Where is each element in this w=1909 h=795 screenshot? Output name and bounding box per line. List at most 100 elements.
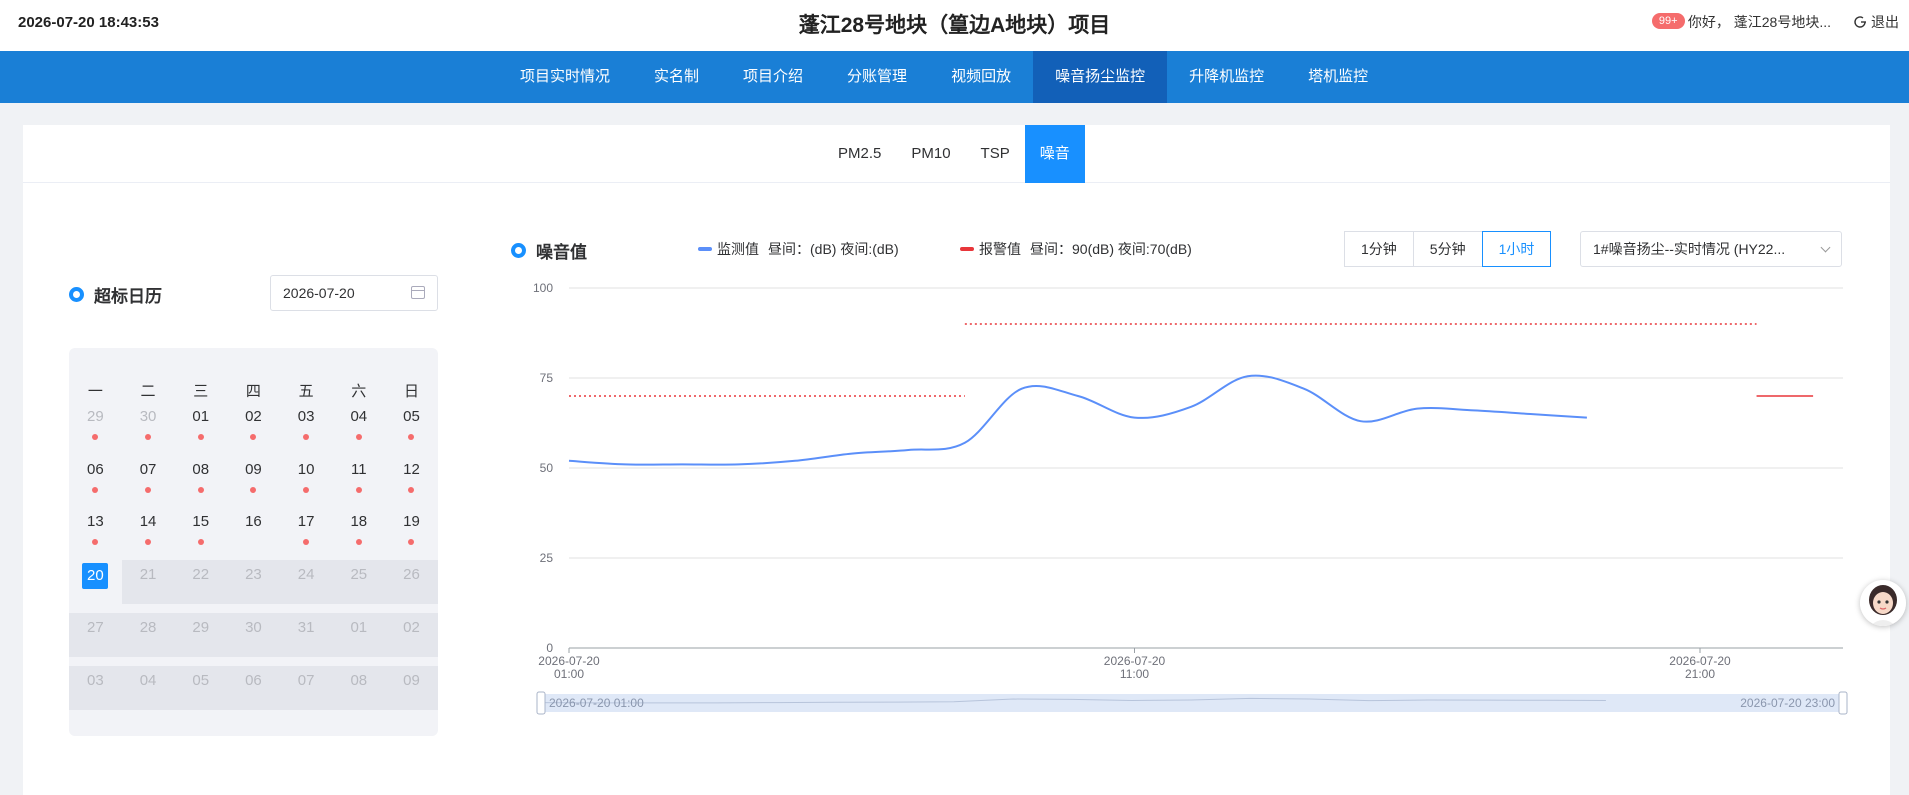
calendar-day-number: 09 [403,671,420,689]
calendar-day[interactable]: 30 [227,612,280,657]
calendar-day[interactable]: 04 [121,665,175,710]
legend-alarm[interactable]: 报警值 昼间：90(dB) 夜间:70(dB) [960,239,1192,259]
calendar-day[interactable]: 16 [227,507,280,551]
interval-button-2[interactable]: 1小时 [1481,231,1552,267]
calendar-day[interactable]: 05 [385,402,438,446]
calendar-day[interactable]: 10 [280,455,333,499]
exceed-dot [355,434,362,440]
calendar-day[interactable]: 08 [174,455,227,499]
calendar-day[interactable]: 19 [385,507,438,551]
calendar-day[interactable]: 07 [279,665,333,710]
nav-item-2[interactable]: 项目介绍 [721,51,825,103]
interval-button-1[interactable]: 5分钟 [1412,231,1483,267]
calendar-day-number: 30 [245,618,262,636]
legend-monitor[interactable]: 监测值 昼间：(dB) 夜间:(dB) [698,239,899,259]
exceed-dot [303,539,310,546]
chevron-down-icon [1820,242,1831,253]
calendar-day-number: 22 [192,566,210,584]
exceed-dot [408,539,415,546]
nav-item-6[interactable]: 升降机监控 [1167,51,1286,103]
calendar-day[interactable]: 13 [69,507,122,551]
calendar-day[interactable]: 08 [332,665,386,710]
tab-3[interactable]: 噪音 [1024,125,1085,183]
nav-item-1[interactable]: 实名制 [632,51,721,103]
top-header: 2026-07-20 18:43:53 蓬江28号地块（篁边A地块）项目 99+… [0,0,1909,51]
calendar-day[interactable]: 26 [385,560,438,605]
x-tick-label: 01:00 [554,667,584,681]
calendar-day[interactable]: 21 [121,560,175,605]
calendar-day[interactable]: 02 [227,402,280,446]
calendar-day-number: 11 [350,460,367,478]
tab-1[interactable]: PM10 [896,125,965,183]
calendar-day[interactable]: 04 [332,402,385,446]
calendar-day[interactable]: 07 [122,455,175,499]
calendar-day-number: 29 [87,408,104,425]
calendar-day[interactable]: 25 [332,560,386,605]
calendar-day[interactable]: 09 [385,665,438,710]
notification-badge[interactable]: 99+ [1651,13,1685,29]
nav-item-4[interactable]: 视频回放 [929,51,1033,103]
content-card: PM2.5 PM10 TSP 噪音 超标日历 2026-07-20 一 二 三 四 五 六 日 2… [23,125,1890,795]
calendar-day[interactable]: 31 [279,612,333,657]
calendar-day[interactable]: 18 [332,507,385,551]
x-tick-label: 2026-07-20 [1104,654,1166,668]
calendar-day[interactable]: 02 [385,612,438,657]
calendar-day[interactable]: 23 [227,560,280,605]
calendar-day[interactable]: 17 [280,507,333,551]
calendar-day[interactable]: 27 [69,612,122,657]
calendar-day-number: 05 [403,408,420,425]
calendar-day-number: 02 [403,618,420,636]
user-greeting[interactable]: 你好， 蓬江28号地块... [1688,12,1831,32]
calendar-day[interactable]: 15 [174,507,227,551]
zoom-handle-left [536,691,546,715]
calendar-day[interactable]: 06 [227,665,280,710]
nav-item-7[interactable]: 塔机监控 [1286,51,1390,103]
legend-swatch-red [960,247,974,251]
chart-heading: 噪音值 [511,238,587,263]
ring-icon [69,287,84,302]
calendar-day-number: 08 [192,460,210,478]
tab-2[interactable]: TSP [966,125,1025,183]
calendar-day[interactable]: 09 [227,455,280,499]
logout-button[interactable]: 退出 [1853,12,1899,32]
weekday-header: 二 [140,383,156,400]
calendar-day[interactable]: 11 [332,455,385,499]
exceed-dot [197,539,204,546]
calendar-day-number: 04 [350,408,368,425]
calendar-day[interactable]: 20 [69,560,122,604]
legend-monitor-label: 监测值 [717,241,759,257]
date-picker-input[interactable]: 2026-07-20 [270,275,438,311]
calendar-day[interactable]: 30 [122,402,175,446]
assistant-avatar[interactable] [1860,580,1906,626]
exceed-dot [197,486,204,493]
calendar-day-number: 25 [350,566,368,584]
calendar-title: 超标日历 [94,287,162,306]
calendar-day[interactable]: 06 [69,455,122,499]
calendar-day[interactable]: 03 [280,402,333,446]
calendar-day[interactable]: 03 [69,665,122,710]
sub-tabs: PM2.5 PM10 TSP 噪音 [23,125,1890,183]
calendar-day[interactable]: 01 [174,402,227,446]
nav-item-3[interactable]: 分账管理 [825,51,929,103]
calendar-day[interactable]: 29 [69,402,122,446]
interval-button-0[interactable]: 1分钟 [1344,231,1414,267]
calendar-day-number: 20 [82,563,109,590]
calendar-day[interactable]: 28 [121,612,175,657]
device-select[interactable]: 1#噪音扬尘--实时情况 (HY22... [1580,231,1842,267]
calendar-day[interactable]: 22 [174,560,228,605]
calendar-day[interactable]: 12 [385,455,438,499]
x-tick-label: 21:00 [1685,667,1715,681]
calendar-day[interactable]: 05 [174,665,228,710]
nav-item-5[interactable]: 噪音扬尘监控 [1033,51,1168,103]
ring-icon [511,243,526,258]
tab-0[interactable]: PM2.5 [823,125,896,183]
weekday-header: 六 [351,383,367,400]
calendar-day[interactable]: 01 [332,612,386,657]
calendar-day[interactable]: 29 [174,612,228,657]
calendar-day-number: 06 [87,460,104,478]
calendar-day[interactable]: 24 [279,560,333,605]
zoom-handle-right [1838,691,1848,715]
nav-item-0[interactable]: 项目实时情况 [498,51,632,103]
legend-swatch-blue [698,247,712,251]
calendar-day[interactable]: 14 [122,507,175,551]
